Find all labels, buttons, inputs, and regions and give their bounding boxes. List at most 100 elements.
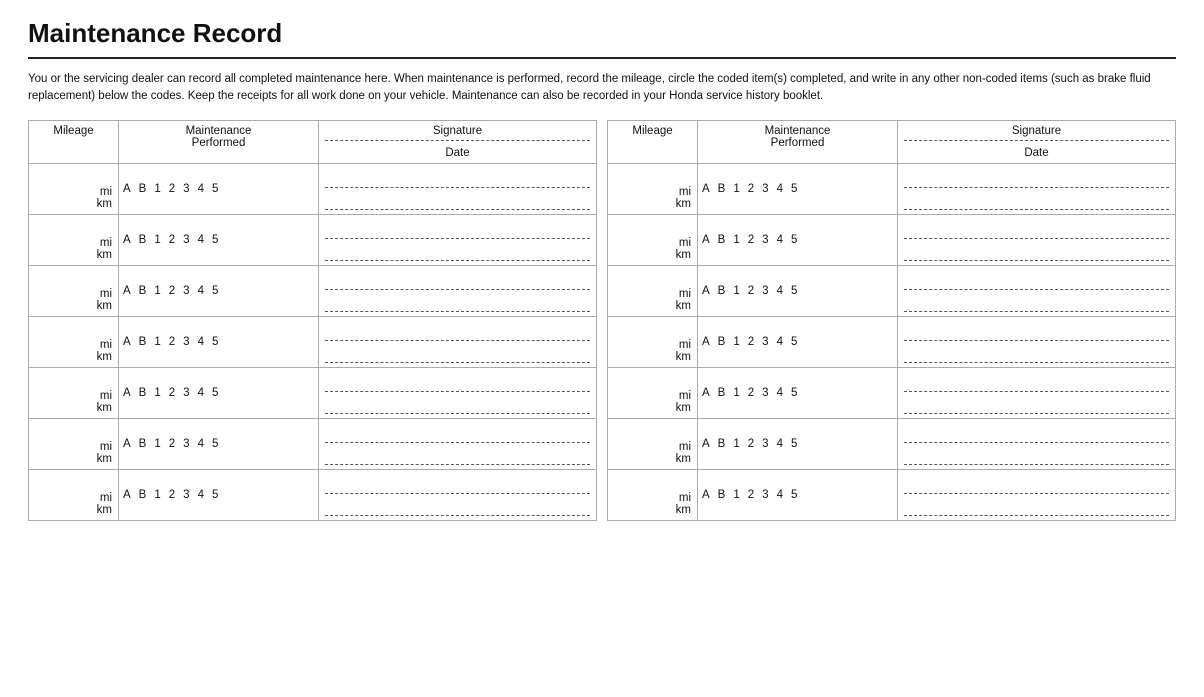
code-5: 5: [791, 438, 797, 450]
right-date-line-2: [904, 243, 1169, 261]
code-3: 3: [762, 438, 768, 450]
code-1: 1: [154, 336, 160, 348]
mi-label: mi: [100, 339, 112, 351]
mi-label: mi: [100, 186, 112, 198]
right-sig-cell-2: [898, 214, 1176, 265]
right-sig-line-7: [904, 474, 1169, 494]
right-codes-row-1: A B 1 2 3 4 5: [702, 183, 893, 195]
right-date-line-7: [904, 498, 1169, 516]
code-A: A: [123, 336, 131, 348]
code-4: 4: [777, 387, 783, 399]
right-mi-km-1: mi km: [614, 186, 691, 210]
left-table-container: Mileage MaintenancePerformed Signature D…: [28, 120, 597, 521]
date-line-1: [325, 192, 590, 210]
code-5: 5: [791, 234, 797, 246]
left-mileage-cell-2: mi km: [29, 214, 119, 265]
code-A: A: [123, 234, 131, 246]
right-row-6: mi km A B 1 2 3 4 5: [608, 418, 1176, 469]
right-row-3: mi km A B 1 2 3 4 5: [608, 265, 1176, 316]
left-sig-cell-3: [319, 265, 597, 316]
code-A: A: [702, 387, 710, 399]
left-row-6: mi km A B 1 2 3 4 5: [29, 418, 597, 469]
code-3: 3: [762, 489, 768, 501]
km-label: km: [97, 504, 112, 516]
codes-row-3: A B 1 2 3 4 5: [123, 285, 314, 297]
mi-label: mi: [100, 390, 112, 402]
left-sig-cell-2: [319, 214, 597, 265]
mi-label: mi: [679, 186, 691, 198]
km-label: km: [676, 351, 691, 363]
right-sig-cell-7: [898, 469, 1176, 520]
page-title: Maintenance Record: [28, 18, 1176, 49]
code-2: 2: [169, 387, 175, 399]
code-5: 5: [212, 438, 218, 450]
code-1: 1: [154, 387, 160, 399]
right-sig-cell-4: [898, 316, 1176, 367]
right-codes-row-2: A B 1 2 3 4 5: [702, 234, 893, 246]
km-label: km: [97, 249, 112, 261]
code-1: 1: [154, 183, 160, 195]
right-mi-km-3: mi km: [614, 288, 691, 312]
right-table-container: Mileage MaintenancePerformed Signature D…: [607, 120, 1176, 521]
codes-row-2: A B 1 2 3 4 5: [123, 234, 314, 246]
right-sig-line-1: [904, 168, 1169, 188]
left-row-1: mi km A B 1 2 3 4 5: [29, 163, 597, 214]
right-mileage-cell-4: mi km: [608, 316, 698, 367]
code-5: 5: [212, 183, 218, 195]
code-3: 3: [183, 387, 189, 399]
code-A: A: [123, 438, 131, 450]
code-3: 3: [183, 336, 189, 348]
mi-label: mi: [679, 390, 691, 402]
code-A: A: [702, 489, 710, 501]
code-1: 1: [154, 234, 160, 246]
left-codes-cell-1: A B 1 2 3 4 5: [119, 163, 319, 214]
right-sig-cell-6: [898, 418, 1176, 469]
sig-line-6: [325, 423, 590, 443]
mi-label: mi: [679, 492, 691, 504]
right-mi-km-2: mi km: [614, 237, 691, 261]
left-signature-header: Signature Date: [319, 120, 597, 163]
left-mileage-header: Mileage: [29, 120, 119, 163]
code-5: 5: [212, 234, 218, 246]
left-row-5: mi km A B 1 2 3 4 5: [29, 367, 597, 418]
km-label: km: [676, 453, 691, 465]
left-mileage-cell-6: mi km: [29, 418, 119, 469]
code-A: A: [702, 285, 710, 297]
left-mileage-cell-7: mi km: [29, 469, 119, 520]
code-B: B: [139, 183, 147, 195]
left-codes-cell-3: A B 1 2 3 4 5: [119, 265, 319, 316]
code-A: A: [702, 438, 710, 450]
right-date-line-6: [904, 447, 1169, 465]
code-2: 2: [748, 183, 754, 195]
code-2: 2: [748, 285, 754, 297]
code-4: 4: [777, 489, 783, 501]
code-B: B: [139, 234, 147, 246]
code-A: A: [702, 234, 710, 246]
code-4: 4: [198, 387, 204, 399]
km-label: km: [676, 198, 691, 210]
code-2: 2: [748, 438, 754, 450]
left-maintenance-table: Mileage MaintenancePerformed Signature D…: [28, 120, 597, 521]
left-sig-cell-4: [319, 316, 597, 367]
left-maintenance-header: MaintenancePerformed: [119, 120, 319, 163]
right-sig-line-6: [904, 423, 1169, 443]
code-3: 3: [762, 183, 768, 195]
right-mi-km-4: mi km: [614, 339, 691, 363]
km-label: km: [676, 504, 691, 516]
left-mileage-cell-5: mi km: [29, 367, 119, 418]
left-mileage-cell-3: mi km: [29, 265, 119, 316]
code-A: A: [123, 285, 131, 297]
sig-line-2: [325, 219, 590, 239]
right-mileage-cell-1: mi km: [608, 163, 698, 214]
code-5: 5: [212, 489, 218, 501]
code-1: 1: [733, 285, 739, 297]
code-5: 5: [212, 336, 218, 348]
code-A: A: [702, 183, 710, 195]
code-2: 2: [169, 489, 175, 501]
date-line-5: [325, 396, 590, 414]
right-mileage-cell-6: mi km: [608, 418, 698, 469]
code-3: 3: [762, 285, 768, 297]
right-mileage-cell-5: mi km: [608, 367, 698, 418]
sig-line-4: [325, 321, 590, 341]
mi-label: mi: [100, 288, 112, 300]
